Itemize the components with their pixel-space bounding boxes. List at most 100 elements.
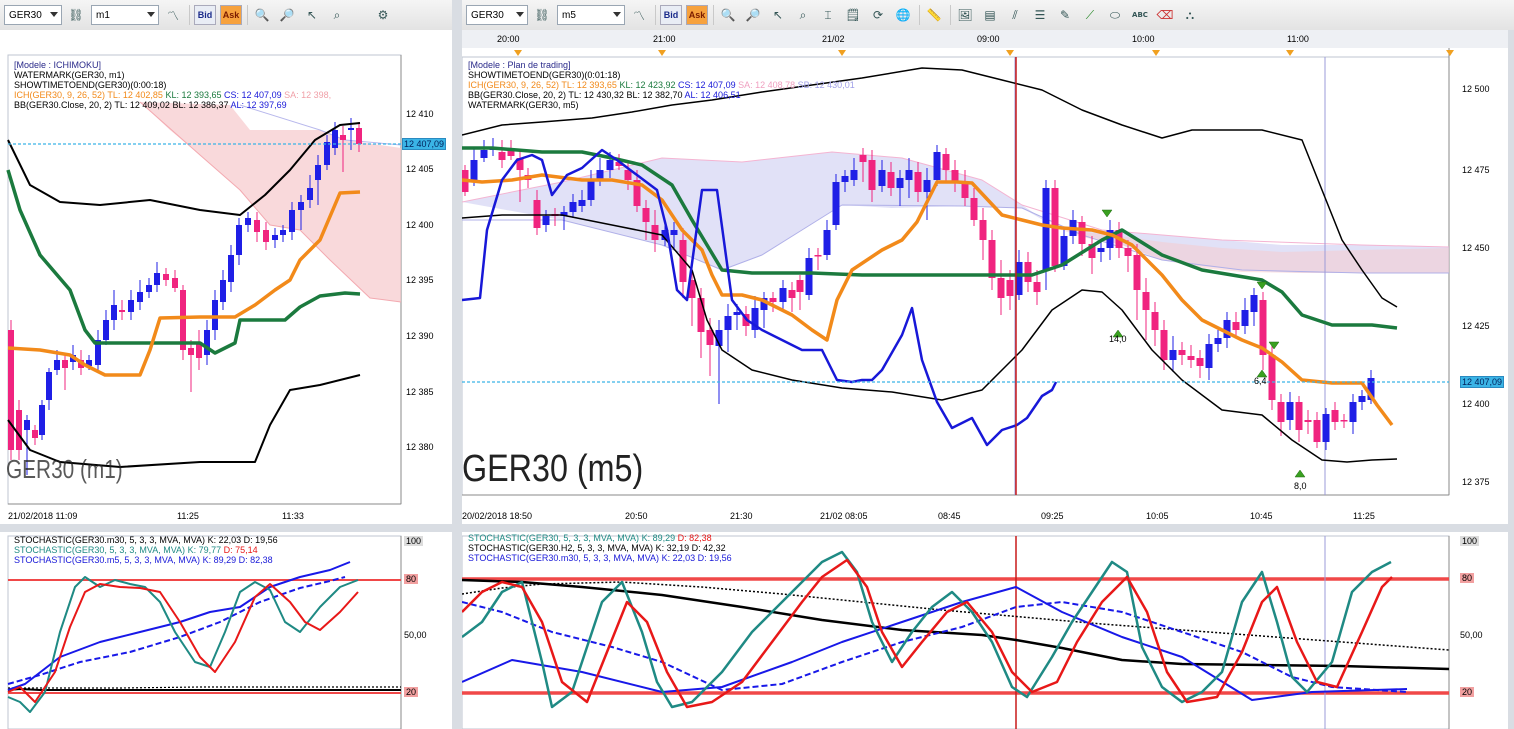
legend-row: STOCHASTIC(GER30, 5, 3, 3, MVA, MVA) K: …	[468, 533, 732, 543]
candle-body	[979, 220, 987, 240]
candle-body	[212, 300, 218, 330]
left-symbol-select[interactable]: GER30	[4, 5, 62, 25]
zoom-out-icon[interactable]: 🔎	[742, 4, 764, 26]
pointer-icon[interactable]: ↖	[767, 4, 789, 26]
legend-bb-name: BB(GER30.Close, 20, 2)	[468, 90, 567, 100]
toolbar-separator	[950, 5, 951, 25]
right-main-chart[interactable]: 20:00 21:00 21/02 09:00 10:00 11:00 [Mod…	[462, 30, 1508, 524]
trendline-icon[interactable]: ⟋	[1079, 4, 1101, 26]
stoch-tick: 80	[1460, 573, 1475, 583]
ask-button[interactable]: Ask	[220, 5, 242, 25]
ruler-icon[interactable]: 📏	[923, 4, 945, 26]
right-timeframe-select[interactable]: m5	[557, 5, 625, 25]
pen-icon[interactable]: ✎	[1054, 4, 1076, 26]
template-icon[interactable]: ▤	[979, 4, 1001, 26]
left-stochastic-panel[interactable]: STOCHASTIC(GER30.m30, 5, 3, 3, MVA, MVA)…	[0, 532, 452, 729]
candle-body	[1169, 350, 1177, 360]
candle-body	[606, 160, 614, 170]
session-marker-icon	[1152, 50, 1160, 56]
chart-type-icon[interactable]: 〽	[628, 4, 650, 26]
candle-body	[24, 420, 30, 430]
legend-ich-sa: SA: 12 408,78	[738, 80, 796, 90]
candle-body	[850, 170, 858, 180]
candle-body	[868, 160, 876, 190]
note-icon[interactable]: 🗒	[842, 4, 864, 26]
time-tick: 20/02/2018 18:50	[462, 511, 533, 521]
legend-stoch-k: K: 79,77	[187, 545, 222, 555]
left-main-chart[interactable]: [Modele : ICHIMOKU] WATERMARK(GER30, m1)…	[0, 30, 452, 524]
annotation-label: 8,0	[1294, 481, 1307, 491]
legend-bb-tl: TL: 12 430,32	[568, 90, 624, 100]
price-tick: 12 380	[406, 442, 434, 452]
candle-body	[642, 208, 650, 222]
candle-body	[1214, 338, 1222, 344]
candle-body	[332, 130, 338, 148]
candle-body	[1205, 344, 1213, 368]
stoch-tick: 50,00	[1460, 630, 1483, 640]
toolbar-separator	[247, 5, 248, 25]
legend-stoch-k: K: 89,29	[641, 533, 676, 543]
lines-icon[interactable]: ☰	[1029, 4, 1051, 26]
ellipse-icon[interactable]: ⬭	[1104, 4, 1126, 26]
zoom-in-icon[interactable]: 🔍	[717, 4, 739, 26]
link-icon[interactable]: ⛓	[531, 4, 553, 26]
stoch-tick: 50,00	[404, 630, 427, 640]
candle-body	[236, 225, 242, 255]
vertical-splitter[interactable]	[452, 0, 462, 729]
zoom-select-icon[interactable]: ⌕	[792, 4, 814, 26]
candle-body	[146, 285, 152, 292]
legend-row: STOCHASTIC(GER30, 5, 3, 3, MVA, MVA) K: …	[14, 545, 278, 555]
eraser-icon[interactable]: ⌫	[1154, 4, 1176, 26]
right-timeframe-value: m5	[562, 9, 576, 21]
candle-body	[1033, 282, 1041, 292]
candle-body	[188, 348, 194, 355]
candle-body	[1286, 402, 1294, 420]
vertical-line-icon[interactable]: ⌶	[817, 4, 839, 26]
legend-showtime: SHOWTIMETOEND(GER30)(0:00:18)	[14, 80, 167, 90]
right-stochastic-panel[interactable]: STOCHASTIC(GER30, 5, 3, 3, MVA, MVA) K: …	[462, 532, 1508, 729]
refresh-icon[interactable]: ⟳	[867, 4, 889, 26]
zoom-in-icon[interactable]: 🔍	[251, 4, 273, 26]
top-time-tick: 21:00	[653, 34, 676, 44]
legend-bb-al: AL: 12 397,69	[230, 100, 287, 110]
legend-ich-name: ICH(GER30, 9, 26, 52)	[468, 80, 560, 90]
legend-ich-sa: SA: 12 398,	[284, 90, 332, 100]
candle-body	[54, 360, 60, 370]
legend-watermark: WATERMARK(GER30, m1)	[14, 70, 125, 80]
ask-button[interactable]: Ask	[686, 5, 708, 25]
candle-body	[841, 176, 849, 182]
candle-body	[480, 150, 488, 158]
image-icon[interactable]: 🖼	[954, 4, 976, 26]
legend-watermark: WATERMARK(GER30, m5)	[468, 100, 579, 110]
stoch-tick: 100	[1460, 536, 1480, 546]
candle-body	[1042, 188, 1050, 270]
hierarchy-icon[interactable]: ⛬	[1179, 4, 1201, 26]
bid-button[interactable]: Bid	[194, 5, 216, 25]
pointer-icon[interactable]: ↖	[301, 4, 323, 26]
horizontal-splitter-right[interactable]	[462, 524, 1514, 532]
bid-button[interactable]: Bid	[660, 5, 682, 25]
settings-icon[interactable]: ⚙	[372, 4, 394, 26]
horizontal-splitter-left[interactable]	[0, 524, 452, 532]
candle-body	[245, 218, 251, 225]
chart-type-icon[interactable]: 〽	[162, 4, 184, 26]
text-tool-icon[interactable]: ABC	[1129, 4, 1151, 26]
legend-stoch-name: STOCHASTIC(GER30, 5, 3, 3, MVA, MVA)	[468, 533, 640, 543]
globe-icon[interactable]: 🌐	[892, 4, 914, 26]
zoom-select-icon[interactable]: ⌕	[326, 4, 348, 26]
right-symbol-select[interactable]: GER30	[466, 5, 528, 25]
zoom-out-icon[interactable]: 🔎	[276, 4, 298, 26]
legend-ich-kl: KL: 12 393,65	[165, 90, 222, 100]
price-tick: 12 450	[1462, 243, 1490, 253]
candle-body	[951, 170, 959, 182]
left-timeframe-select[interactable]: m1	[91, 5, 159, 25]
legend-bb-al: AL: 12 406,51	[684, 90, 741, 100]
legend-ich-sb: SB: 12 430,01	[797, 80, 855, 90]
top-time-tick: 20:00	[497, 34, 520, 44]
link-icon[interactable]: ⛓	[65, 4, 87, 26]
candle-body	[137, 292, 143, 302]
candle-body	[997, 278, 1005, 298]
session-marker-icon	[838, 50, 846, 56]
right-watermark: GER30 (m5)	[462, 448, 644, 490]
fibonacci-icon[interactable]: ⫽	[1004, 4, 1026, 26]
